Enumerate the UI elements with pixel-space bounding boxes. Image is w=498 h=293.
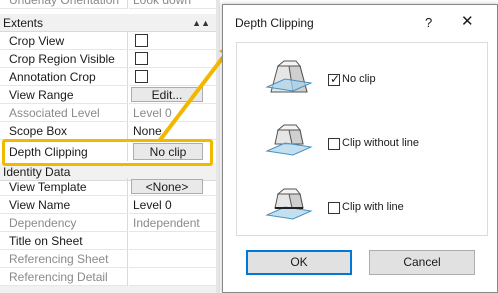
clip-without-line-checkbox[interactable] (328, 138, 340, 150)
clip-with-line-checkbox[interactable] (328, 202, 340, 214)
no-clip-icon (265, 60, 313, 93)
cancel-button[interactable]: Cancel (369, 250, 475, 275)
dialog-title: Depth Clipping (235, 16, 314, 30)
option-label: Clip with line (342, 201, 404, 213)
help-icon[interactable]: ? (425, 15, 432, 30)
checkmark-icon: ✓ (329, 72, 341, 86)
clip-with-line-icon (265, 188, 313, 220)
no-clip-checkbox[interactable]: ✓ (328, 72, 341, 86)
option-clip-without-line[interactable]: Clip without line (237, 122, 487, 170)
option-label: No clip (342, 73, 376, 85)
option-no-clip[interactable]: ✓ No clip (237, 58, 487, 106)
option-label: Clip without line (342, 137, 420, 149)
option-clip-with-line[interactable]: Clip with line (237, 186, 487, 234)
close-icon[interactable]: ✕ (461, 12, 474, 30)
clip-options-group: ✓ No clip Clip without line Clip with li… (236, 42, 488, 236)
depth-clipping-dialog: Depth Clipping ? ✕ ✓ No clip Clip withou… (222, 4, 498, 293)
ok-button[interactable]: OK (246, 250, 352, 275)
clip-without-line-icon (265, 124, 313, 156)
